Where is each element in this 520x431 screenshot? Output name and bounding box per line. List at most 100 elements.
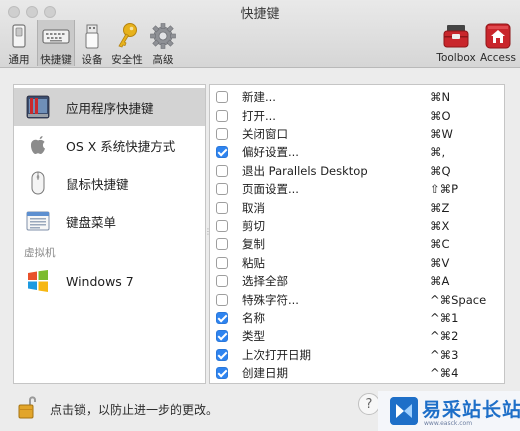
shortcut-command: 取消	[242, 200, 265, 215]
vm-section-header: 虚拟机	[24, 247, 56, 259]
shortcut-key[interactable]: ⌘V	[430, 256, 449, 270]
vm-item-windows-7[interactable]: Windows 7	[14, 262, 205, 300]
shortcut-command: 类型	[242, 329, 265, 344]
shortcut-key[interactable]: ⌘C	[430, 237, 450, 251]
shortcut-command: 剪切	[242, 218, 265, 233]
shortcut-key[interactable]: ⌘O	[430, 109, 451, 123]
category-osx-shortcuts[interactable]: OS X 系统快捷方式	[14, 126, 205, 164]
shortcut-enabled-checkbox[interactable]	[216, 293, 228, 306]
shortcut-key[interactable]: ^⌘2	[430, 329, 458, 343]
toolbar-general-label: 通用	[8, 54, 30, 66]
shortcut-enabled-checkbox[interactable]	[216, 146, 228, 159]
shortcut-command: 偏好设置...	[242, 145, 299, 160]
watermark: 易采站长站 www.easck.com	[378, 391, 520, 431]
shortcut-enabled-checkbox[interactable]	[216, 256, 228, 269]
toolbar-shortcuts-button[interactable]: 快捷键	[37, 20, 75, 66]
shortcut-enabled-checkbox[interactable]	[216, 183, 228, 196]
shortcut-row[interactable]: 粘贴 ⌘V	[210, 254, 504, 272]
shortcut-row[interactable]: 剪切 ⌘X	[210, 217, 504, 235]
switch-icon	[12, 24, 26, 48]
category-mouse-shortcuts-label: 鼠标快捷键	[66, 176, 129, 192]
shortcut-row[interactable]: 退出 Parallels Desktop ⌘Q	[210, 162, 504, 180]
shortcut-enabled-checkbox[interactable]	[216, 164, 228, 177]
shortcut-command: 打开...	[242, 108, 276, 123]
shortcut-row[interactable]: 偏好设置... ⌘,	[210, 143, 504, 161]
mouse-icon	[31, 171, 45, 195]
titlebar: 快捷键 通用 快捷键 设备 安全性 高级 Toolbox Access	[0, 0, 520, 68]
shortcut-row[interactable]: 类型 ^⌘2	[210, 327, 504, 345]
shortcut-key[interactable]: ⌘Z	[430, 201, 449, 215]
shortcut-key[interactable]: ^⌘Space	[430, 293, 486, 307]
shortcut-enabled-checkbox[interactable]	[216, 330, 228, 343]
toolbar-general-button[interactable]: 通用	[3, 20, 35, 66]
shortcut-key[interactable]: ⌘A	[430, 274, 449, 288]
shortcut-command: 选择全部	[242, 274, 288, 289]
shortcut-command: 粘贴	[242, 255, 265, 270]
shortcut-key[interactable]: ^⌘4	[430, 366, 458, 380]
shortcut-row[interactable]: 选择全部 ⌘A	[210, 272, 504, 290]
category-keyboard-menu-label: 键盘菜单	[66, 214, 117, 230]
shortcut-enabled-checkbox[interactable]	[216, 219, 228, 232]
keyboard-icon	[42, 29, 70, 44]
shortcut-key[interactable]: ⌘Q	[430, 164, 451, 178]
category-list: 应用程序快捷键 OS X 系统快捷方式 鼠标快捷键 键盘菜单 虚拟机 Windo…	[13, 84, 206, 384]
watermark-url: www.easck.com	[424, 420, 473, 427]
shortcut-command: 上次打开日期	[242, 347, 311, 362]
shortcut-enabled-checkbox[interactable]	[216, 311, 228, 324]
shortcut-key[interactable]: ⇧⌘P	[430, 182, 458, 196]
shortcut-enabled-checkbox[interactable]	[216, 91, 228, 104]
shortcut-command: 创建日期	[242, 366, 288, 381]
shortcut-key[interactable]: ⌘X	[430, 219, 449, 233]
category-osx-shortcuts-label: OS X 系统快捷方式	[66, 138, 176, 154]
shortcut-row[interactable]: 关闭窗口 ⌘W	[210, 125, 504, 143]
shortcut-row[interactable]: 打开... ⌘O	[210, 106, 504, 124]
toolbar-access-button[interactable]: Access	[480, 20, 516, 66]
shortcut-key[interactable]: ^⌘1	[430, 311, 458, 325]
toolbar-advanced-label: 高级	[152, 54, 174, 66]
windows-icon	[28, 270, 48, 292]
lock-icon[interactable]	[18, 394, 38, 420]
toolbar-devices-button[interactable]: 设备	[77, 20, 107, 66]
shortcut-row[interactable]: 上次打开日期 ^⌘3	[210, 346, 504, 364]
shortcut-row[interactable]: 创建日期 ^⌘4	[210, 364, 504, 382]
toolbar-security-button[interactable]: 安全性	[109, 20, 145, 66]
shortcut-key[interactable]: ⌘W	[430, 127, 453, 141]
shortcut-enabled-checkbox[interactable]	[216, 127, 228, 140]
help-button[interactable]: ?	[358, 393, 380, 415]
splitter-handle[interactable]: ⋮	[204, 228, 212, 236]
toolbar-security-label: 安全性	[111, 54, 143, 66]
keyboard-menu-icon	[26, 211, 50, 231]
shortcut-enabled-checkbox[interactable]	[216, 348, 228, 361]
shortcut-row[interactable]: 复制 ⌘C	[210, 235, 504, 253]
toolbar-access-label: Access	[480, 52, 516, 64]
toolbar-shortcuts-label: 快捷键	[40, 54, 72, 66]
shortcut-row[interactable]: 新建... ⌘N	[210, 88, 504, 106]
shortcut-enabled-checkbox[interactable]	[216, 238, 228, 251]
shortcut-enabled-checkbox[interactable]	[216, 201, 228, 214]
shortcut-list: 新建... ⌘N 打开... ⌘O 关闭窗口 ⌘W 偏好设置... ⌘, 退出 Parallel…	[209, 84, 505, 384]
shortcut-row[interactable]: 取消 ⌘Z	[210, 198, 504, 216]
shortcut-enabled-checkbox[interactable]	[216, 275, 228, 288]
lock-message: 点击锁，以防止进一步的更改。	[50, 403, 219, 417]
toolbar-devices-label: 设备	[81, 54, 103, 66]
shortcut-enabled-checkbox[interactable]	[216, 367, 228, 380]
watermark-logo-icon	[390, 397, 418, 425]
category-mouse-shortcuts[interactable]: 鼠标快捷键	[14, 164, 205, 202]
shortcut-row[interactable]: 名称 ^⌘1	[210, 309, 504, 327]
key-icon	[118, 23, 137, 48]
toolbar-advanced-button[interactable]: 高级	[148, 20, 178, 66]
toolbar-toolbox-label: Toolbox	[436, 52, 476, 64]
shortcut-row[interactable]: 特殊字符... ^⌘Space	[210, 290, 504, 308]
shortcut-key[interactable]: ⌘N	[430, 90, 450, 104]
shortcut-command: 复制	[242, 237, 265, 252]
category-app-shortcuts[interactable]: 应用程序快捷键	[14, 88, 205, 126]
shortcut-enabled-checkbox[interactable]	[216, 109, 228, 122]
shortcut-key[interactable]: ⌘,	[430, 145, 445, 159]
category-keyboard-menu[interactable]: 键盘菜单	[14, 202, 205, 240]
shortcut-row[interactable]: 页面设置... ⇧⌘P	[210, 180, 504, 198]
shortcut-key[interactable]: ^⌘3	[430, 348, 458, 362]
toolbar-toolbox-button[interactable]: Toolbox	[436, 20, 476, 66]
toolbox-icon	[443, 25, 469, 48]
gear-icon	[150, 23, 176, 49]
apple-icon	[30, 136, 45, 154]
